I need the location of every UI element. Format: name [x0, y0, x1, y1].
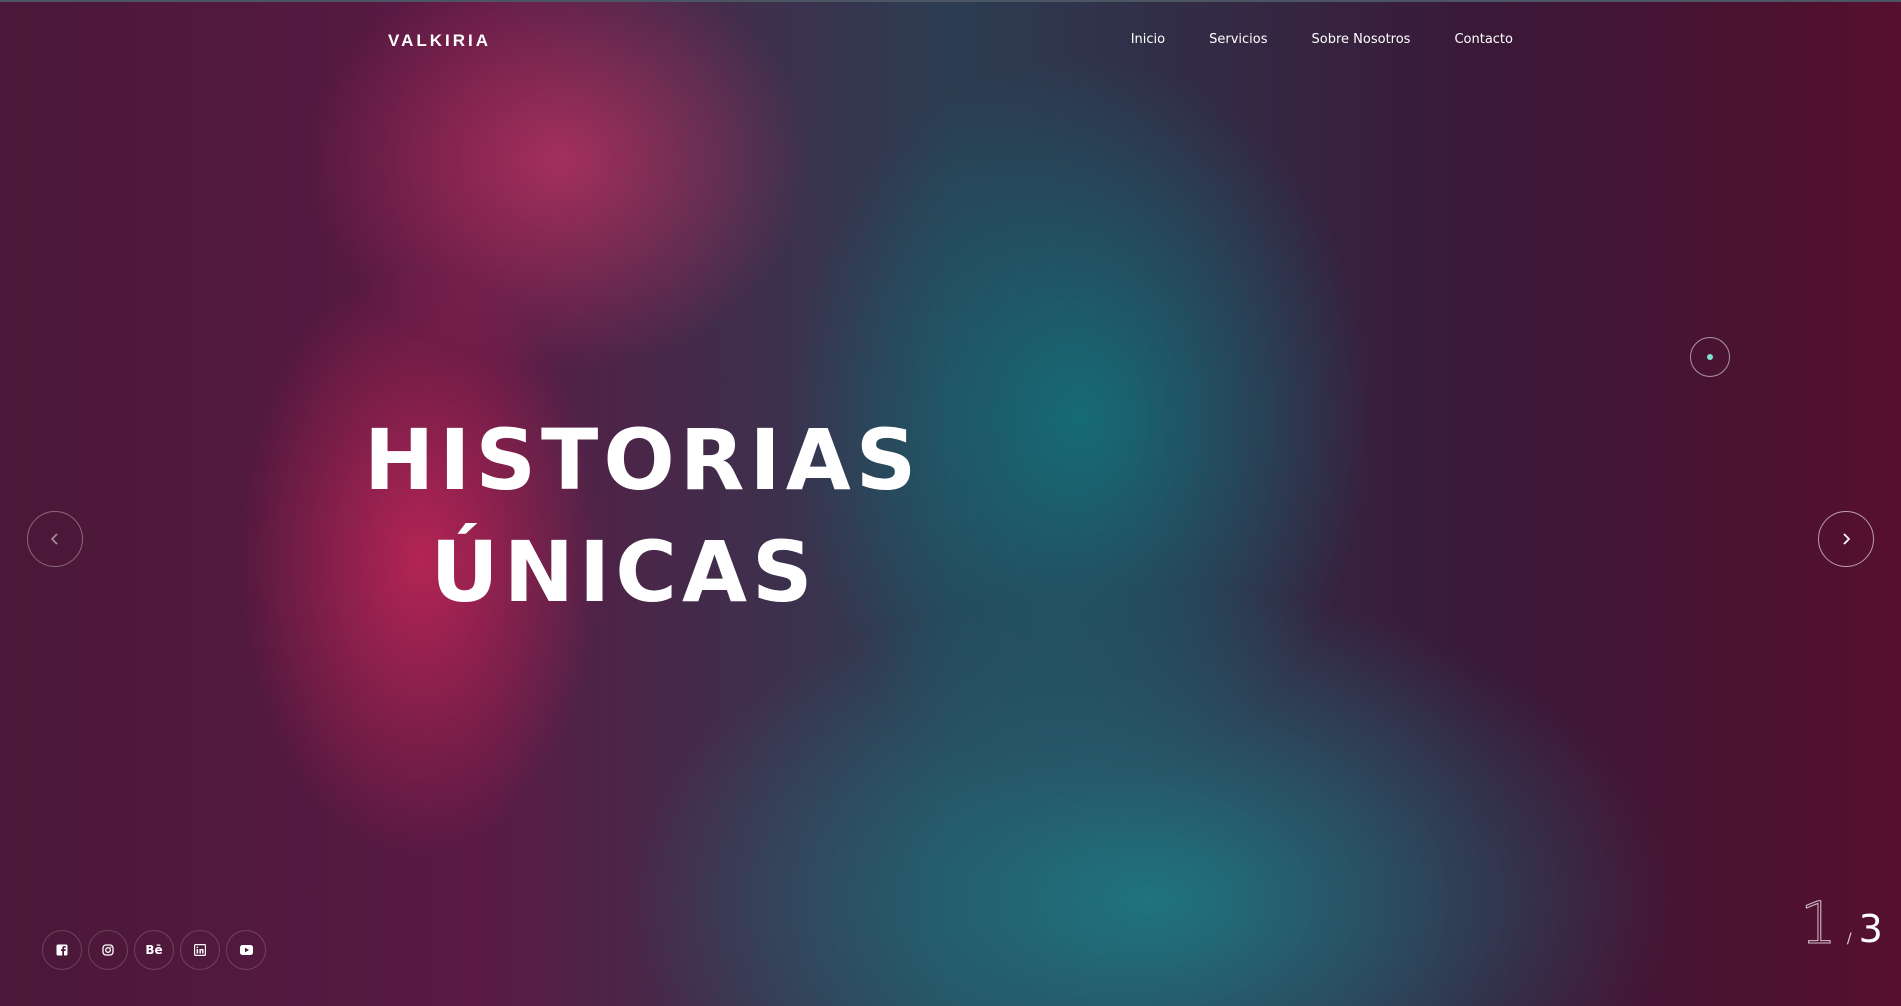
hero-title-line-1: HISTORIAS	[364, 411, 922, 509]
facebook-button[interactable]	[42, 930, 82, 970]
nav-item-contacto[interactable]: Contacto	[1454, 32, 1513, 47]
slide-current: 1	[1800, 889, 1838, 957]
slide-counter: 1 / 3	[1800, 889, 1883, 957]
behance-icon: Bē	[145, 943, 163, 957]
hero-slider: VALKIRIA Inicio Servicios Sobre Nosotros…	[0, 0, 1901, 1006]
slide-separator: /	[1846, 931, 1852, 947]
linkedin-button[interactable]	[180, 930, 220, 970]
nav-item-sobre-nosotros[interactable]: Sobre Nosotros	[1312, 32, 1411, 47]
linkedin-icon	[194, 944, 206, 956]
next-slide-button[interactable]	[1818, 511, 1874, 567]
facebook-icon	[56, 944, 68, 956]
youtube-icon	[239, 945, 253, 955]
chevron-left-icon	[50, 533, 58, 545]
prev-slide-button[interactable]	[27, 511, 83, 567]
logo[interactable]: VALKIRIA	[388, 31, 491, 51]
slide-total: 3	[1858, 907, 1883, 951]
nav-item-inicio[interactable]: Inicio	[1131, 32, 1165, 47]
instagram-icon	[102, 944, 114, 956]
youtube-button[interactable]	[226, 930, 266, 970]
chevron-right-icon	[1843, 533, 1851, 545]
social-links: Bē	[42, 930, 266, 970]
hero-title: HISTORIAS ÚNICAS	[364, 404, 922, 628]
behance-button[interactable]: Bē	[134, 930, 174, 970]
nav-item-servicios[interactable]: Servicios	[1209, 32, 1267, 47]
hero-title-line-2: ÚNICAS	[430, 523, 818, 621]
main-menu: Inicio Servicios Sobre Nosotros Contacto	[1131, 32, 1513, 47]
hotspot-dot-icon	[1707, 354, 1713, 360]
instagram-button[interactable]	[88, 930, 128, 970]
header: VALKIRIA Inicio Servicios Sobre Nosotros…	[0, 0, 1901, 84]
hotspot-button[interactable]	[1690, 337, 1730, 377]
